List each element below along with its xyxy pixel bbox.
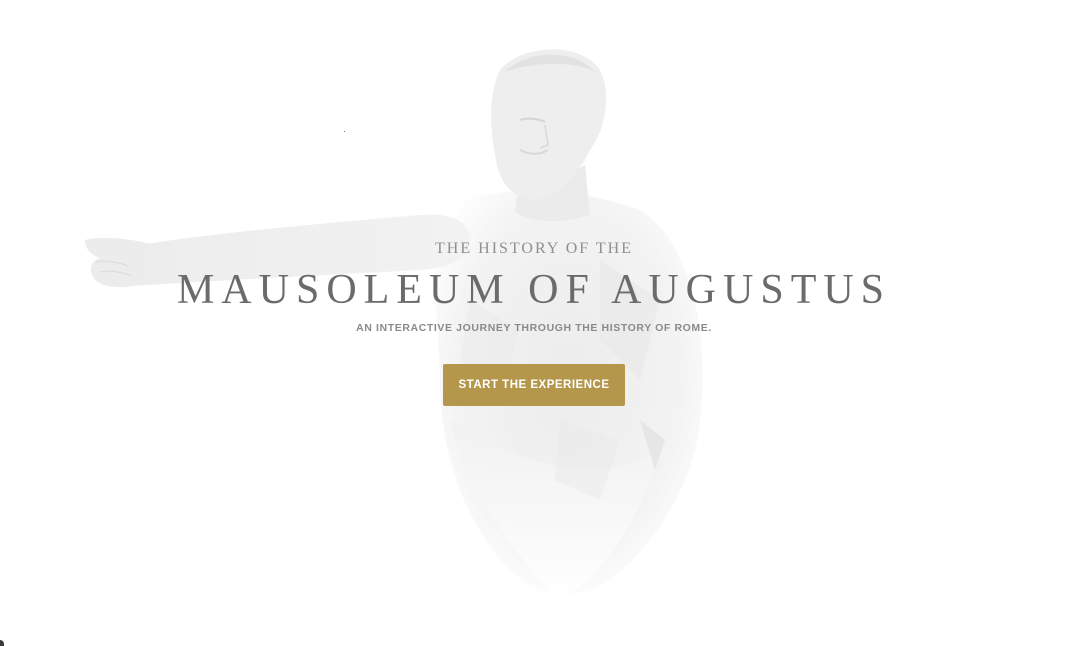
page-title: MAUSOLEUM OF AUGUSTUS bbox=[176, 267, 892, 313]
hero-section: THE HISTORY OF THE MAUSOLEUM OF AUGUSTUS… bbox=[0, 0, 1068, 646]
start-experience-button[interactable]: START THE EXPERIENCE bbox=[443, 364, 625, 406]
hero-subtitle: AN INTERACTIVE JOURNEY THROUGH THE HISTO… bbox=[356, 322, 712, 334]
corner-mark bbox=[0, 640, 4, 646]
hero-kicker: THE HISTORY OF THE bbox=[435, 240, 633, 257]
landing-page: THE HISTORY OF THE MAUSOLEUM OF AUGUSTUS… bbox=[0, 0, 1068, 646]
